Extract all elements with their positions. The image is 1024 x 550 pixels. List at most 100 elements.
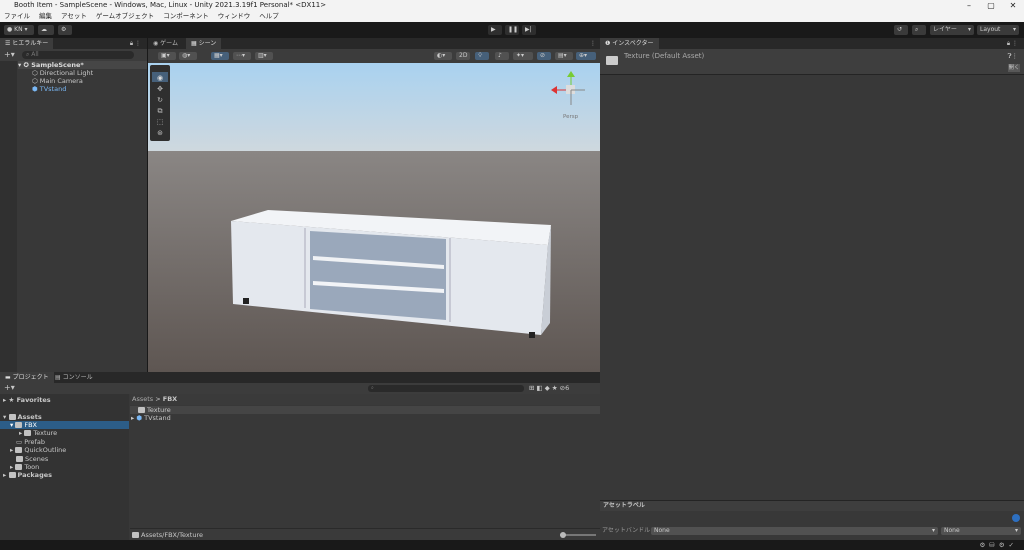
layout-label: Layout bbox=[980, 26, 1001, 33]
menu-file[interactable]: ファイル bbox=[4, 11, 30, 22]
increment-snap-dropdown[interactable]: ⋯▾ bbox=[233, 52, 251, 60]
tree-item-fbx[interactable]: ▾ FBX bbox=[0, 421, 129, 429]
pause-button[interactable]: ❚❚ bbox=[505, 25, 519, 35]
open-button[interactable]: 開く bbox=[1008, 64, 1020, 72]
maximize-button[interactable]: ▢ bbox=[980, 0, 1002, 11]
scene-panel: ◉ ゲーム ▦ シーン ⋮ ▣▾ ◍▾ ▦▾ ⋯▾ ▥▾ ◐▾ 2D 💡︎ ♪ ✦▾… bbox=[148, 38, 600, 372]
visibility-toggle[interactable]: ⊘ bbox=[537, 52, 551, 60]
menu-assets[interactable]: アセット bbox=[61, 11, 87, 22]
menu-help[interactable]: ヘルプ bbox=[259, 11, 279, 22]
icon-size-slider[interactable] bbox=[560, 532, 596, 538]
label: Assets bbox=[17, 413, 42, 421]
breadcrumb: Assets > FBX bbox=[130, 394, 600, 405]
2d-toggle[interactable]: 2D bbox=[456, 52, 470, 60]
hierarchy-item[interactable]: ⬡ Directional Light bbox=[32, 69, 93, 77]
tree-item-prefab[interactable]: ▭ Prefab bbox=[16, 438, 45, 446]
file-item[interactable]: ▸ ⬢ TVstand bbox=[131, 414, 171, 422]
hierarchy-tab-label: ヒエラルキー bbox=[12, 40, 49, 47]
grid-snap-dropdown[interactable]: ▦▾ bbox=[211, 52, 229, 60]
tab-console[interactable]: ▤ コンソール bbox=[50, 372, 98, 383]
scene-root[interactable]: ▾ ✪ SampleScene* bbox=[18, 61, 147, 69]
hierarchy-item[interactable]: ⬡ Main Camera bbox=[32, 77, 83, 85]
rect-tool-icon[interactable]: ⬚ bbox=[157, 118, 164, 126]
menu-window[interactable]: ウィンドウ bbox=[218, 11, 251, 22]
label: Scenes bbox=[25, 455, 49, 463]
tab-game[interactable]: ◉ ゲーム bbox=[148, 38, 183, 49]
tab-scene[interactable]: ▦ シーン bbox=[186, 38, 222, 49]
label: TVstand bbox=[144, 414, 171, 422]
breadcrumb-fbx[interactable]: FBX bbox=[163, 395, 177, 403]
asset-name: Texture (Default Asset) bbox=[624, 52, 705, 60]
menu-component[interactable]: コンポーネント bbox=[163, 11, 209, 22]
menu-bar: ファイル 編集 アセット ゲームオブジェクト コンポーネント ウィンドウ ヘルプ bbox=[0, 11, 1024, 22]
scene-viewport[interactable]: Persp ◉ ✥ ↻ ⧉ ⬚ ⊛ bbox=[148, 63, 600, 372]
status-bar: ⚙⛁⚙✓ bbox=[0, 540, 1024, 550]
folder-icon bbox=[606, 56, 618, 65]
menu-edit[interactable]: 編集 bbox=[39, 11, 52, 22]
help-icon[interactable]: ❓︎⋮ bbox=[1008, 52, 1018, 60]
draw-mode-dropdown[interactable]: ▣▾ bbox=[158, 52, 176, 60]
status-icons[interactable]: ⚙⛁⚙✓ bbox=[979, 541, 1018, 549]
search-icon[interactable]: ⌕ bbox=[912, 25, 926, 35]
label: Texture bbox=[147, 406, 171, 414]
layers-dropdown[interactable]: レイヤー ▾ bbox=[930, 25, 974, 35]
move-tool-icon[interactable]: ✥ bbox=[157, 85, 163, 93]
menu-gameobject[interactable]: ゲームオブジェクト bbox=[96, 11, 154, 22]
lighting-toggle[interactable]: 💡︎ bbox=[475, 52, 489, 60]
variant-value: None bbox=[944, 527, 960, 534]
close-button[interactable]: ✕ bbox=[1002, 0, 1024, 11]
tools-overlay: ◉ ✥ ↻ ⧉ ⬚ ⊛ bbox=[150, 65, 170, 141]
label: Texture bbox=[33, 429, 58, 437]
tab-label: ゲーム bbox=[160, 40, 178, 47]
tree-item-scenes[interactable]: Scenes bbox=[16, 455, 48, 463]
layout-dropdown[interactable]: Layout ▾ bbox=[977, 25, 1019, 35]
project-toolbar: +▾ ⌕ ⊞ ◧ ◆ ★ ⊘6 bbox=[0, 383, 600, 394]
snap-dropdown[interactable]: ▥▾ bbox=[255, 52, 273, 60]
minimize-button[interactable]: – bbox=[958, 0, 980, 11]
tree-item-toon[interactable]: ▸ Toon bbox=[10, 463, 39, 471]
assets-item[interactable]: ▾ Assets bbox=[3, 413, 42, 421]
create-button[interactable]: +▾ bbox=[4, 384, 15, 392]
asset-variant-dropdown[interactable]: None ▾ bbox=[941, 527, 1021, 535]
tab-project[interactable]: ▬ プロジェクト bbox=[0, 372, 54, 383]
label: Favorites bbox=[16, 396, 51, 404]
lock-icon[interactable]: 🔒︎ ⋮ bbox=[130, 38, 141, 49]
favorites-item[interactable]: ▸ ★ Favorites bbox=[3, 396, 51, 404]
asset-bundle-label: アセットバンドル bbox=[602, 527, 651, 534]
scale-tool-icon[interactable]: ⧉ bbox=[158, 107, 163, 115]
cloud-icon[interactable]: ☁ bbox=[38, 25, 54, 35]
transform-tool-icon[interactable]: ⊛ bbox=[157, 129, 163, 137]
camera-dropdown[interactable]: ◐▾ bbox=[434, 52, 452, 60]
play-button[interactable]: ▶ bbox=[488, 25, 502, 35]
step-button[interactable]: ▶| bbox=[522, 25, 536, 35]
add-button[interactable]: +▾ bbox=[4, 51, 15, 59]
more-icon[interactable]: ⋮ bbox=[590, 38, 596, 49]
filter-icons[interactable]: ⊞ ◧ ◆ ★ ⊘6 bbox=[529, 384, 569, 392]
2d-label: 2D bbox=[459, 52, 468, 59]
rotate-tool-icon[interactable]: ↻ bbox=[157, 96, 163, 104]
effects-dropdown[interactable]: ✦▾ bbox=[513, 52, 533, 60]
gizmos-dropdown[interactable]: ⊕▾ bbox=[576, 52, 596, 60]
render-dropdown[interactable]: ◍▾ bbox=[179, 52, 197, 60]
label-tag-icon[interactable] bbox=[1012, 514, 1020, 522]
breadcrumb-assets[interactable]: Assets bbox=[132, 395, 153, 403]
tab-hierarchy[interactable]: ☰ ヒエラルキー bbox=[0, 38, 54, 49]
account-button[interactable]: ● KN ▾ bbox=[4, 25, 34, 35]
project-search-input[interactable]: ⌕ bbox=[368, 385, 524, 392]
audio-toggle[interactable]: ♪ bbox=[495, 52, 509, 60]
tree-item-texture[interactable]: ▸ Texture bbox=[19, 429, 57, 437]
label: Packages bbox=[17, 471, 52, 479]
collab-icon[interactable]: ⚙ bbox=[58, 25, 72, 35]
project-tabbar: ▬ プロジェクト ▤ コンソール bbox=[0, 372, 600, 383]
lock-icon[interactable]: 🔒︎ ⋮ bbox=[1007, 38, 1018, 49]
camera-settings-dropdown[interactable]: ▤▾ bbox=[555, 52, 573, 60]
hierarchy-item[interactable]: ⬢ TVstand bbox=[32, 85, 66, 93]
packages-item[interactable]: ▸ Packages bbox=[3, 471, 52, 479]
history-icon[interactable]: ↺ bbox=[894, 25, 908, 35]
tab-label: コンソール bbox=[62, 374, 93, 381]
asset-bundle-dropdown[interactable]: None ▾ bbox=[651, 527, 938, 535]
tree-item-quickoutline[interactable]: ▸ QuickOutline bbox=[10, 446, 66, 454]
file-item[interactable]: Texture bbox=[130, 406, 600, 414]
tab-inspector[interactable]: ❶ インスペクター bbox=[600, 38, 659, 49]
hierarchy-search-input[interactable]: ⌕ All bbox=[22, 51, 134, 59]
